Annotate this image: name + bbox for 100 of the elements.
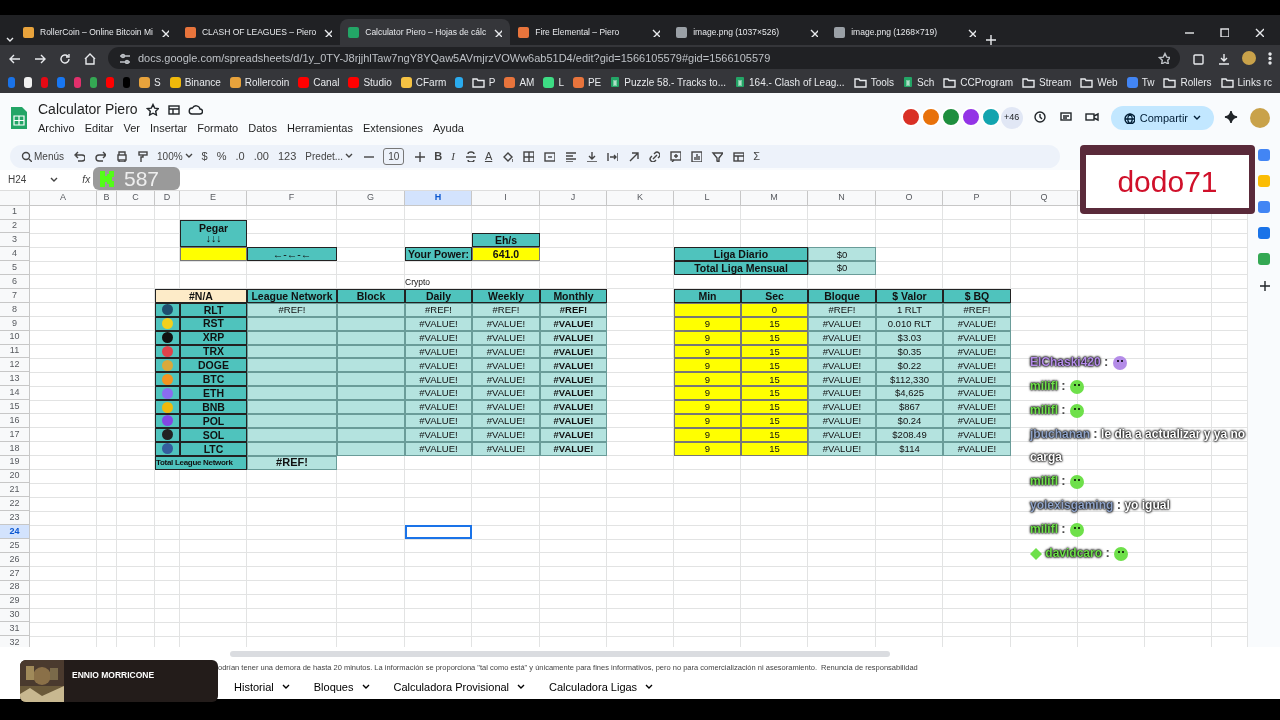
- row-header[interactable]: 3: [0, 233, 30, 248]
- format-button[interactable]: $: [201, 148, 208, 165]
- text-color-button[interactable]: A: [484, 148, 493, 165]
- wrap-icon[interactable]: [606, 150, 619, 163]
- browser-tab[interactable]: Calculator Piero – Hojas de cálc: [340, 19, 511, 45]
- format-button[interactable]: .00: [253, 148, 269, 165]
- bookmark[interactable]: Tw: [1126, 74, 1155, 90]
- sheet-tab[interactable]: Historial: [226, 676, 298, 698]
- row-header[interactable]: 21: [0, 483, 30, 498]
- close-icon[interactable]: [966, 27, 977, 37]
- bookmark[interactable]: Canal: [298, 74, 340, 90]
- bookmark[interactable]: 164.- Clash of Leag...: [735, 74, 845, 90]
- bookmark[interactable]: Stream: [1022, 74, 1072, 90]
- search-menus-button[interactable]: Menús: [20, 148, 64, 164]
- add-icon[interactable]: [1258, 279, 1270, 291]
- scrollbar[interactable]: [230, 651, 890, 657]
- gemini-icon[interactable]: [1224, 110, 1240, 126]
- more-collaborators[interactable]: +46: [1000, 107, 1023, 129]
- sheet-tab[interactable]: Bloques: [305, 676, 378, 698]
- bookmark[interactable]: Binance: [169, 74, 221, 90]
- menu-item[interactable]: Extensiones: [363, 120, 423, 137]
- menu-item[interactable]: Insertar: [149, 120, 188, 137]
- row-header[interactable]: 12: [0, 358, 30, 373]
- row-header[interactable]: 31: [0, 622, 30, 637]
- undo-icon[interactable]: [73, 150, 85, 163]
- home-icon[interactable]: [83, 51, 96, 65]
- bookmark[interactable]: S: [139, 74, 161, 90]
- row-header[interactable]: 6: [0, 275, 30, 289]
- align-icon[interactable]: [564, 150, 577, 163]
- browser-tab[interactable]: image.png (1037×526): [668, 19, 827, 45]
- bookmark[interactable]: P: [471, 74, 496, 90]
- side-panel-icon[interactable]: [1258, 227, 1270, 239]
- row-header[interactable]: 13: [0, 372, 30, 387]
- row-header[interactable]: 14: [0, 386, 30, 401]
- row-header[interactable]: 7: [0, 289, 30, 303]
- italic-button[interactable]: I: [451, 148, 455, 165]
- bookmark[interactable]: L: [543, 74, 564, 90]
- bookmark[interactable]: Sch: [903, 74, 935, 90]
- link-icon[interactable]: [648, 150, 661, 163]
- collaborator-avatar[interactable]: [960, 107, 981, 127]
- document-title[interactable]: Calculator Piero: [38, 99, 138, 121]
- row-header[interactable]: 23: [0, 511, 30, 526]
- dropdown-button[interactable]: 100%: [157, 148, 193, 164]
- print-icon[interactable]: [115, 150, 127, 163]
- browser-tab[interactable]: image.png (1268×719): [826, 19, 985, 45]
- bookmark[interactable]: Studio: [348, 74, 392, 90]
- selected-cell[interactable]: [405, 525, 472, 540]
- bookmark[interactable]: Puzzle 58.- Tracks to...: [610, 74, 726, 90]
- history-icon[interactable]: [1032, 110, 1049, 126]
- side-panel-icon[interactable]: [1258, 201, 1270, 213]
- bookmark[interactable]: PE: [572, 74, 602, 90]
- browser-tab[interactable]: CLASH OF LEAGUES – Piero: [176, 19, 341, 45]
- format-button[interactable]: 123: [278, 148, 297, 165]
- bookmark-icon[interactable]: [455, 76, 463, 88]
- close-icon[interactable]: [808, 27, 819, 37]
- close-icon[interactable]: [492, 27, 503, 37]
- plus-icon[interactable]: [413, 150, 426, 163]
- merge-icon[interactable]: [543, 150, 556, 163]
- name-box[interactable]: H24: [8, 172, 59, 188]
- collaborator-avatar[interactable]: [920, 107, 941, 127]
- borders-icon[interactable]: [522, 150, 535, 163]
- browser-tab[interactable]: Fire Elemental – Piero: [510, 19, 669, 45]
- address-bar[interactable]: docs.google.com/spreadsheets/d/1y_0TY-J8rjjhlTaw7ngY8YQaw5AVmjrzVOWw6ab51D4/edit?gid=1566105579#gid=1566105579: [108, 47, 1180, 69]
- star-icon[interactable]: [145, 103, 159, 117]
- dropdown-button[interactable]: Predet...: [305, 148, 354, 164]
- filter-icon[interactable]: [711, 150, 724, 163]
- row-header[interactable]: 24: [0, 525, 30, 540]
- bold-button[interactable]: B: [434, 148, 443, 165]
- browser-tab[interactable]: RollerCoin – Online Bitcoin Mi: [15, 19, 177, 45]
- bookmark[interactable]: Web: [1080, 74, 1118, 90]
- bookmark[interactable]: CCProgram: [943, 74, 1014, 90]
- table-view-icon[interactable]: [732, 150, 745, 163]
- paint-format-icon[interactable]: [136, 150, 148, 163]
- bookmark[interactable]: AM: [504, 74, 535, 90]
- strikethrough-icon[interactable]: [463, 150, 476, 163]
- rotate-icon[interactable]: [627, 150, 640, 163]
- row-header[interactable]: 4: [0, 247, 30, 262]
- share-button[interactable]: Compartir: [1110, 105, 1214, 131]
- vertical-align-icon[interactable]: [585, 150, 598, 163]
- close-icon[interactable]: [650, 27, 661, 37]
- menu-item[interactable]: Herramientas: [286, 120, 353, 137]
- menu-icon[interactable]: [1268, 51, 1272, 65]
- site-settings-icon[interactable]: [118, 52, 130, 64]
- menu-item[interactable]: Archivo: [38, 120, 75, 137]
- new-tab-icon[interactable]: [984, 33, 997, 45]
- download-icon[interactable]: [1217, 51, 1230, 65]
- format-button[interactable]: .0: [235, 148, 245, 165]
- format-button[interactable]: Σ: [753, 148, 761, 165]
- bookmark[interactable]: CFarm: [400, 74, 447, 90]
- menu-item[interactable]: Ayuda: [432, 120, 464, 137]
- fill-color-icon[interactable]: [501, 150, 514, 163]
- collaborator-avatar[interactable]: [980, 107, 1001, 127]
- row-header[interactable]: 22: [0, 497, 30, 512]
- bookmark[interactable]: Rollers: [1163, 74, 1212, 90]
- collaborator-avatar[interactable]: [940, 107, 961, 127]
- extensions-icon[interactable]: [1192, 51, 1205, 65]
- sheet-tab[interactable]: Calculadora Ligas: [541, 676, 662, 698]
- collaborator-avatar[interactable]: [900, 107, 921, 127]
- bookmark[interactable]: Links rc: [1220, 74, 1272, 90]
- bookmark-star-icon[interactable]: [1158, 52, 1170, 64]
